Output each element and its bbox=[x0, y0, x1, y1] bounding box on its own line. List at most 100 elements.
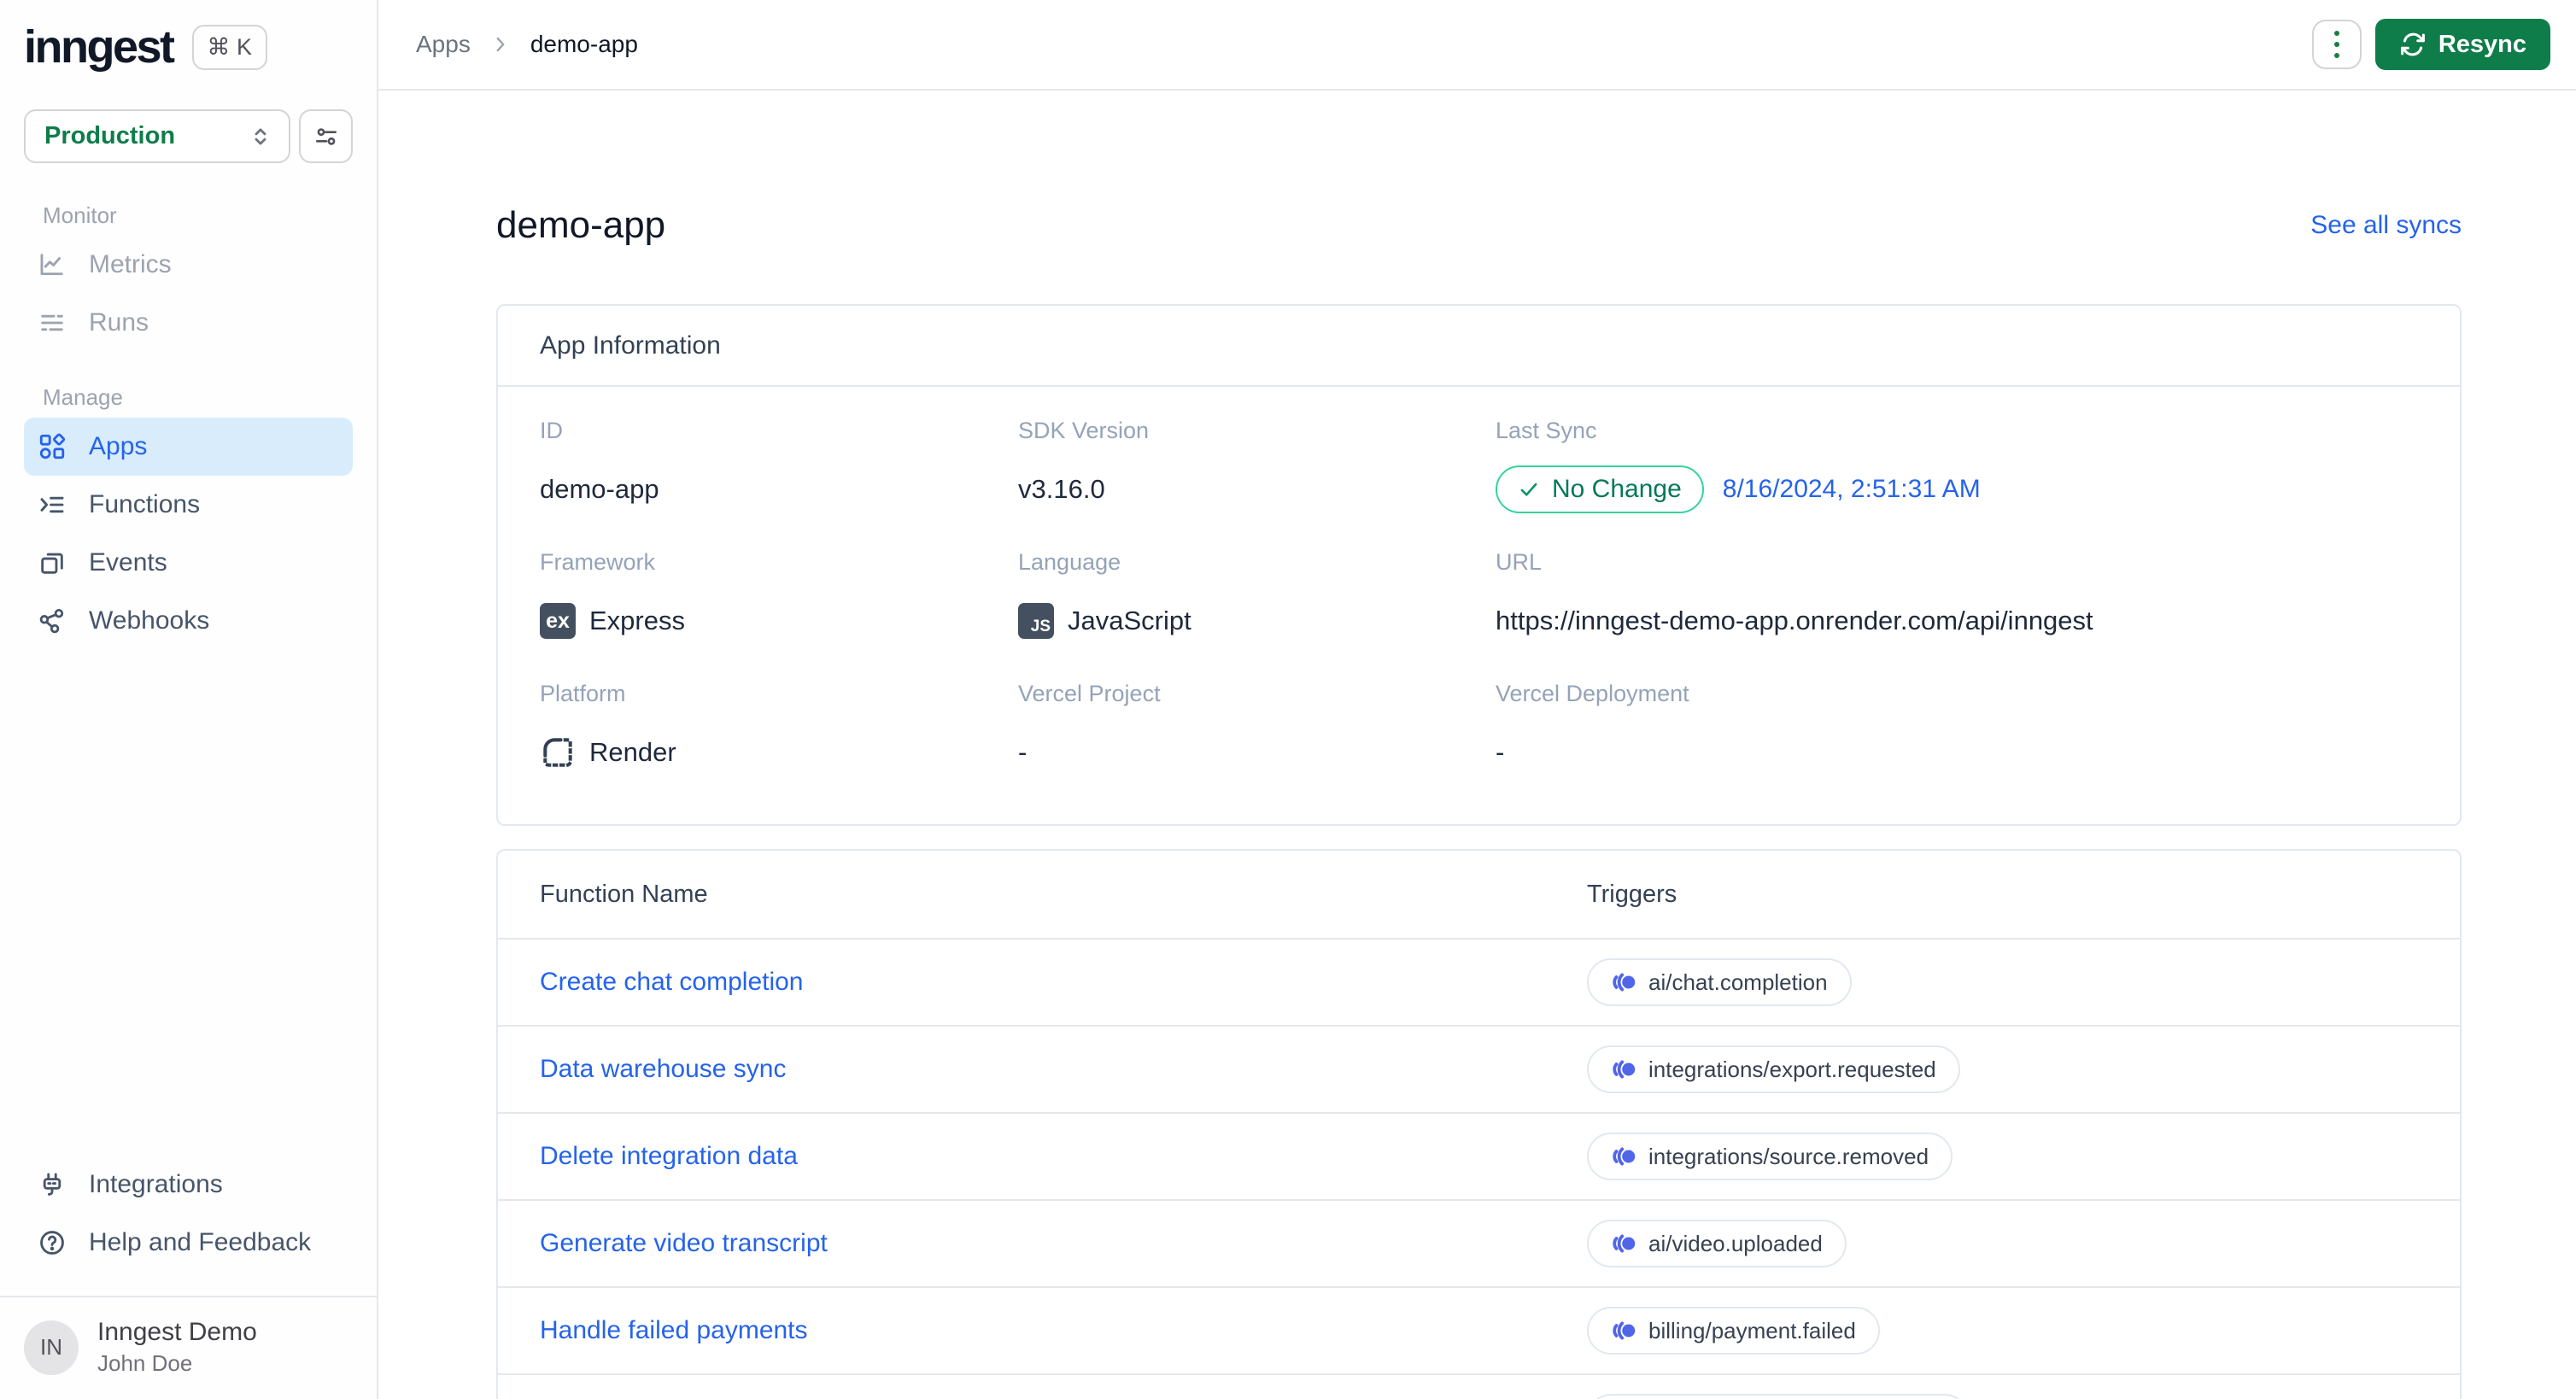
field-label: Last Sync bbox=[1496, 418, 1597, 443]
kebab-dot bbox=[2333, 42, 2339, 47]
environment-row: Production bbox=[24, 109, 353, 163]
trigger-name: billing/payment.failed bbox=[1648, 1317, 1856, 1343]
avatar: IN bbox=[24, 1320, 79, 1375]
sidebar-item-label: Functions bbox=[89, 490, 201, 518]
kebab-dot bbox=[2333, 53, 2339, 58]
field-value: JS JavaScript bbox=[1018, 597, 1496, 645]
sidebar-item-integrations[interactable]: Integrations bbox=[24, 1156, 353, 1214]
section-label-manage: Manage bbox=[43, 384, 123, 410]
sidebar-item-metrics[interactable]: Metrics bbox=[24, 236, 353, 294]
app-root: inngest ⌘ K Production Monitor Metrics R… bbox=[0, 0, 2576, 1399]
table-row: Generate video transcript ai/video.uploa… bbox=[498, 1199, 2460, 1286]
field-label: SDK Version bbox=[1018, 418, 1150, 443]
field-last-sync: Last Sync No Change 8/16/2024, 2:51:31 A… bbox=[1496, 418, 2460, 513]
trigger-pill[interactable]: billing/payment.failed bbox=[1587, 1307, 1880, 1355]
trigger-pill[interactable]: integrations/export.requested bbox=[1587, 1045, 1960, 1093]
field-label: Vercel Deployment bbox=[1496, 681, 1689, 706]
field-id: ID demo-app bbox=[540, 418, 1018, 513]
inngest-logo: inngest bbox=[24, 21, 175, 73]
logo-row: inngest ⌘ K bbox=[24, 20, 353, 73]
sidebar: inngest ⌘ K Production Monitor Metrics R… bbox=[0, 0, 378, 1399]
topbar-actions: Resync bbox=[2311, 19, 2550, 70]
sidebar-item-label: Webhooks bbox=[89, 606, 210, 635]
no-change-badge[interactable]: No Change bbox=[1496, 465, 1704, 513]
sidebar-item-events[interactable]: Events bbox=[24, 534, 353, 592]
last-sync-time-link[interactable]: 8/16/2024, 2:51:31 AM bbox=[1723, 475, 1981, 504]
table-row: Data warehouse sync integrations/export.… bbox=[498, 1025, 2460, 1112]
check-icon bbox=[1518, 478, 1540, 500]
function-link[interactable]: Generate video transcript bbox=[540, 1229, 828, 1257]
webhooks-nodes-icon bbox=[38, 606, 67, 635]
event-trigger-icon bbox=[1611, 1057, 1636, 1082]
table-row: Delete integration data integrations/sou… bbox=[498, 1112, 2460, 1199]
breadcrumb-apps-link[interactable]: Apps bbox=[416, 31, 471, 58]
refresh-icon bbox=[2399, 31, 2427, 58]
field-label: Framework bbox=[540, 549, 656, 575]
javascript-logo-badge: JS bbox=[1018, 603, 1054, 639]
sidebar-item-label: Events bbox=[89, 548, 167, 577]
field-value: ex Express bbox=[540, 597, 1018, 645]
chevron-right-icon bbox=[489, 33, 512, 56]
sidebar-item-label: Metrics bbox=[89, 250, 172, 278]
main-column: Apps demo-app Resync demo-app See all sy… bbox=[378, 0, 2576, 1399]
field-value: demo-app bbox=[540, 474, 659, 504]
event-trigger-icon bbox=[1611, 1231, 1636, 1256]
sidebar-item-webhooks[interactable]: Webhooks bbox=[24, 592, 353, 650]
sidebar-item-label: Runs bbox=[89, 308, 149, 337]
plug-icon bbox=[38, 1170, 67, 1199]
resync-button[interactable]: Resync bbox=[2374, 19, 2550, 70]
sidebar-item-apps[interactable]: Apps bbox=[24, 418, 353, 476]
sidebar-item-help[interactable]: Help and Feedback bbox=[24, 1214, 353, 1272]
function-link[interactable]: Handle failed payments bbox=[540, 1316, 808, 1344]
column-function-name: Function Name bbox=[540, 880, 708, 908]
field-label: ID bbox=[540, 418, 563, 443]
field-value: v3.16.0 bbox=[1018, 474, 1105, 504]
sidebar-item-runs[interactable]: Runs bbox=[24, 294, 353, 352]
platform-name: Render bbox=[589, 737, 676, 767]
environment-settings-button[interactable] bbox=[299, 109, 353, 163]
function-link[interactable]: Create chat completion bbox=[540, 968, 804, 996]
column-triggers: Triggers bbox=[1587, 880, 1677, 908]
field-language: Language JS JavaScript bbox=[1018, 549, 1496, 645]
sidebar-footer: Integrations Help and Feedback IN Innges… bbox=[0, 1156, 377, 1399]
table-row: Import data pipeline integrations/source… bbox=[498, 1373, 2460, 1399]
functions-table-header: Function Name Triggers bbox=[498, 851, 2460, 938]
field-vercel-deployment: Vercel Deployment - bbox=[1496, 681, 2460, 776]
field-vercel-project: Vercel Project - bbox=[1018, 681, 1496, 776]
app-information-body: ID demo-app SDK Version v3.16.0 Last Syn… bbox=[498, 387, 2460, 824]
app-information-card: App Information ID demo-app SDK Version … bbox=[496, 304, 2462, 826]
user-profile[interactable]: IN Inngest Demo John Doe bbox=[24, 1297, 353, 1399]
field-label: Vercel Project bbox=[1018, 681, 1161, 706]
sidebar-item-label: Help and Feedback bbox=[89, 1228, 312, 1256]
sidebar-item-label: Integrations bbox=[89, 1170, 223, 1198]
trigger-name: ai/chat.completion bbox=[1648, 969, 1828, 995]
command-k-shortcut[interactable]: ⌘ K bbox=[191, 24, 268, 70]
environment-selector[interactable]: Production bbox=[24, 109, 290, 163]
trigger-pill[interactable]: integrations/source.removed bbox=[1587, 1133, 1953, 1180]
trigger-name: integrations/export.requested bbox=[1648, 1056, 1936, 1082]
apps-category-icon bbox=[38, 432, 67, 461]
trigger-pill[interactable]: ai/video.uploaded bbox=[1587, 1220, 1847, 1267]
function-link[interactable]: Delete integration data bbox=[540, 1142, 798, 1170]
field-value: No Change 8/16/2024, 2:51:31 AM bbox=[1496, 465, 2460, 513]
trigger-pill[interactable]: integrations/source.connected bbox=[1587, 1394, 1969, 1399]
app-url: https://inngest-demo-app.onrender.com/ap… bbox=[1496, 606, 2093, 635]
field-label: URL bbox=[1496, 549, 1543, 575]
function-link[interactable]: Data warehouse sync bbox=[540, 1055, 787, 1083]
user-name: John Doe bbox=[97, 1350, 193, 1376]
event-trigger-icon bbox=[1611, 969, 1636, 995]
breadcrumb-current: demo-app bbox=[530, 31, 638, 57]
field-platform: Platform Render bbox=[540, 681, 1018, 776]
app-information-title: App Information bbox=[498, 306, 2460, 387]
table-row: Handle failed payments billing/payment.f… bbox=[498, 1286, 2460, 1373]
field-sdk-version: SDK Version v3.16.0 bbox=[1018, 418, 1496, 513]
trigger-pill[interactable]: ai/chat.completion bbox=[1587, 958, 1852, 1006]
sidebar-item-functions[interactable]: Functions bbox=[24, 476, 353, 534]
chart-line-icon bbox=[38, 250, 67, 279]
page-title: demo-app bbox=[496, 204, 666, 246]
see-all-syncs-link[interactable]: See all syncs bbox=[2310, 211, 2462, 240]
events-windows-icon bbox=[38, 548, 67, 577]
environment-name: Production bbox=[44, 122, 176, 149]
user-info: Inngest Demo John Doe bbox=[97, 1318, 257, 1377]
more-options-button[interactable] bbox=[2311, 20, 2362, 69]
